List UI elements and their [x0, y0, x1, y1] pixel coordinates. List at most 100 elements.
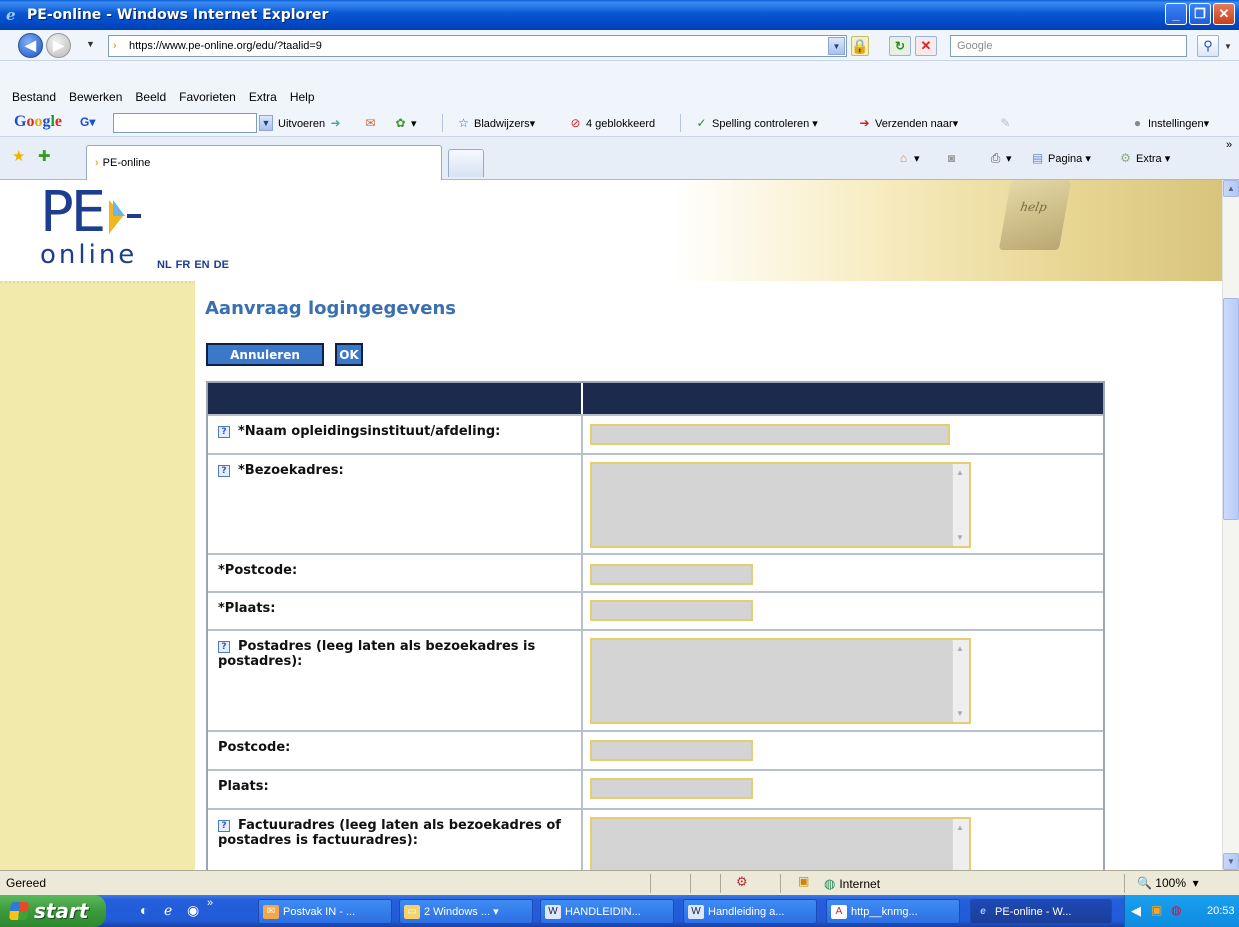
scroll-down-button[interactable]: ▼ — [1223, 853, 1239, 870]
tray-chrome-icon[interactable]: ◍ — [1171, 903, 1181, 917]
verzenden-button[interactable]: ➔ Verzenden naar ▾ — [857, 116, 958, 131]
menu-bestand[interactable]: Bestand — [12, 90, 56, 104]
textarea-scrollbar[interactable]: ▲▼ — [952, 464, 969, 546]
naam-input[interactable] — [590, 424, 950, 445]
zoom-control[interactable]: 🔍 100% ▾ — [1137, 876, 1199, 890]
pagina-menu[interactable]: ▤ Pagina ▾ — [1030, 151, 1091, 166]
post-postcode-input[interactable] — [590, 740, 753, 761]
new-tab-button[interactable] — [448, 149, 484, 177]
close-button[interactable]: ✕ — [1213, 3, 1235, 25]
favorites-star-icon[interactable]: ★ — [12, 147, 25, 165]
task-word-2[interactable]: W Handleiding a... — [683, 899, 817, 924]
spelling-label: Spelling controleren — [712, 117, 810, 130]
help-icon[interactable]: ? — [218, 820, 230, 832]
search-placeholder: Google — [957, 40, 993, 52]
tray-arrow-icon[interactable]: ◀ — [1131, 903, 1141, 919]
system-tray: ◀ ▣ ◍ 20:53 — [1124, 895, 1239, 927]
home-icon: ⌂ — [899, 151, 908, 165]
scroll-thumb[interactable] — [1223, 298, 1239, 520]
page-scrollbar[interactable]: ▲ ▼ — [1222, 180, 1239, 870]
back-button[interactable]: ◀ — [18, 33, 43, 58]
help-icon[interactable]: ? — [218, 465, 230, 477]
logo-pe[interactable]: PE — [40, 185, 106, 241]
news-button[interactable]: ✉ — [363, 116, 381, 131]
lang-en[interactable]: EN — [194, 259, 209, 271]
field-label: ? Factuuradres (leeg laten als bezoekadre… — [208, 810, 583, 870]
task-word-1[interactable]: W HANDLEIDIN... — [540, 899, 674, 924]
feeds-button[interactable]: ◙ — [944, 151, 962, 166]
scroll-up-button[interactable]: ▲ — [1223, 180, 1239, 197]
refresh-icon[interactable]: ↻ — [889, 36, 911, 56]
recent-pages-dropdown[interactable]: ▼ — [86, 39, 95, 49]
task-outlook[interactable]: ✉ Postvak IN - ... — [258, 899, 392, 924]
task-windows-explorer[interactable]: ▭ 2 Windows ... ▾ — [399, 899, 533, 924]
task-ie-active[interactable]: e PE-online - W... — [970, 899, 1112, 924]
search-input[interactable]: Google — [950, 35, 1187, 57]
menu-favorieten[interactable]: Favorieten — [179, 90, 236, 104]
privacy-icon[interactable]: ⚙ — [736, 874, 748, 890]
menu-help[interactable]: Help — [290, 90, 315, 104]
google-logo[interactable]: Google — [14, 113, 62, 131]
postadres-textarea[interactable]: ▲ ▼ — [590, 638, 971, 724]
ok-button[interactable]: OK — [335, 343, 363, 366]
tray-app-icon[interactable]: ▣ — [1151, 903, 1162, 917]
bezoekadres-textarea[interactable]: ▲ ▼ — [590, 462, 971, 548]
start-button[interactable]: start — [0, 895, 106, 927]
google-search-input[interactable] — [113, 113, 257, 133]
extra-menu[interactable]: ⚙ Extra ▾ — [1118, 151, 1170, 166]
lang-nl[interactable]: NL — [157, 259, 172, 271]
plaats-input[interactable] — [590, 600, 753, 621]
print-button[interactable]: ⎙ ▾ — [988, 151, 1012, 166]
home-button[interactable]: ⌂ ▾ — [896, 151, 920, 166]
menu-extra[interactable]: Extra — [249, 90, 277, 104]
stop-icon[interactable]: ✕ — [915, 36, 937, 56]
help-icon[interactable]: ? — [218, 426, 230, 438]
zoom-icon: 🔍 — [1137, 876, 1152, 890]
forward-button[interactable]: ▶ — [46, 33, 71, 58]
lang-de[interactable]: DE — [214, 259, 229, 271]
google-search-dropdown[interactable]: ▼ — [259, 115, 273, 131]
search-icon[interactable]: ⚲ — [1197, 35, 1219, 57]
address-bar[interactable]: › https://www.pe-online.org/edu/?taalid=… — [108, 35, 847, 57]
address-url: https://www.pe-online.org/edu/?taalid=9 — [129, 40, 322, 52]
settings-icon: ● — [1133, 116, 1142, 130]
menu-beeld[interactable]: Beeld — [135, 90, 166, 104]
tab-pe-online[interactable]: › PE-online — [86, 145, 442, 180]
menu-bewerken[interactable]: Bewerken — [69, 90, 122, 104]
minimize-button[interactable]: _ — [1165, 3, 1187, 25]
gear-icon: ⚙ — [1120, 151, 1131, 165]
quicklaunch-more-icon[interactable]: » — [207, 897, 213, 909]
add-favorite-icon[interactable]: ✚ — [38, 147, 51, 165]
factuuradres-textarea[interactable]: ▲▼ — [590, 817, 971, 870]
puzzle-button[interactable]: ✿ ▾ — [393, 116, 416, 131]
task-pdf[interactable]: Ahttp__knmg... — [826, 899, 960, 924]
maximize-button[interactable]: ❐ — [1189, 3, 1211, 25]
chevron-more-icon[interactable]: » — [1226, 139, 1232, 151]
security-zone[interactable]: ◍ Internet — [824, 876, 880, 892]
popup-blocker-button[interactable]: ⊘ 4 geblokkeerd — [568, 116, 655, 131]
cancel-button[interactable]: Annuleren — [206, 343, 324, 366]
spelling-button[interactable]: ✓ Spelling controleren ▾ — [694, 116, 817, 131]
textarea-scrollbar[interactable]: ▲▼ — [952, 819, 969, 870]
post-plaats-input[interactable] — [590, 778, 753, 799]
main-content: Aanvraag logingegevens Annuleren OK ? *Na… — [195, 281, 1222, 870]
google-g-button[interactable]: G▾ — [80, 115, 112, 132]
form-row-post-plaats: Plaats: — [208, 769, 1103, 808]
lang-fr[interactable]: FR — [176, 259, 191, 271]
help-icon[interactable]: ? — [218, 641, 230, 653]
textarea-scrollbar[interactable]: ▲▼ — [952, 640, 969, 722]
quicklaunch-ie-icon[interactable]: ℯ — [164, 902, 172, 919]
instellingen-button[interactable]: ● Instellingen ▾ — [1130, 116, 1209, 131]
highlight-button[interactable]: ✎ — [998, 116, 1016, 131]
lock-icon[interactable]: 🔒 — [851, 36, 869, 56]
protected-mode-icon[interactable]: ▣ — [798, 874, 809, 888]
field-label: Plaats: — [208, 771, 583, 808]
search-options-dropdown[interactable]: ▼ — [1221, 35, 1235, 57]
quicklaunch-media-icon[interactable]: ◉ — [187, 902, 199, 919]
field-label: ? Postadres (leeg laten als bezoekadres i… — [208, 631, 583, 730]
quicklaunch-desktop-icon[interactable]: ◐ — [140, 902, 148, 918]
uitvoeren-button[interactable]: Uitvoeren ➜ — [278, 116, 346, 131]
bladwijzers-button[interactable]: ☆ Bladwijzers ▾ — [456, 116, 535, 131]
address-dropdown[interactable]: ▼ — [828, 37, 845, 55]
postcode-input[interactable] — [590, 564, 753, 585]
